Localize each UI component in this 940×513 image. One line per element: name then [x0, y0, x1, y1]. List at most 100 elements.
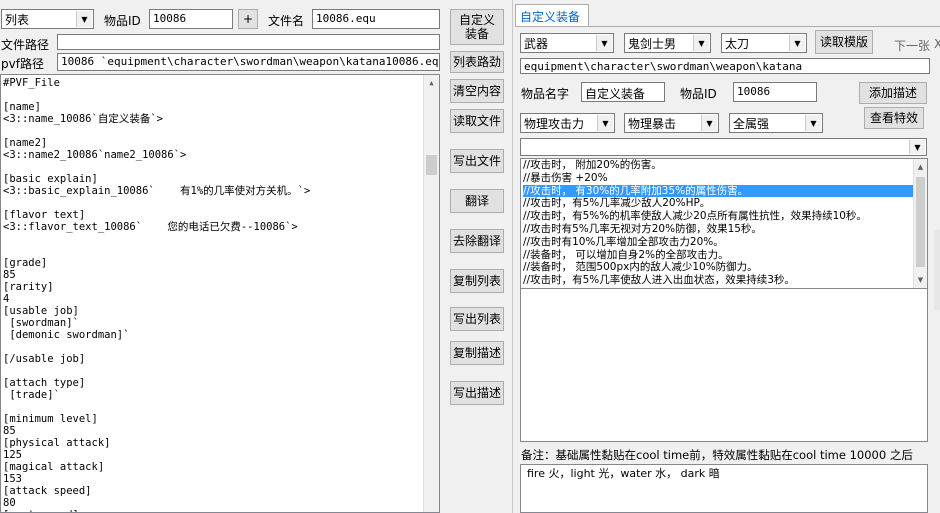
- filepath-field[interactable]: [57, 34, 440, 50]
- stat-select-3-value: 全属强: [733, 116, 770, 131]
- editor-line: [cast speed]: [3, 509, 437, 512]
- desc-list-item[interactable]: //攻击时，有5%几率减少敌人20%HP。: [523, 197, 925, 210]
- tab-strip-line: [515, 26, 940, 27]
- close-icon[interactable]: X: [934, 37, 940, 51]
- item-id-label: 物品ID: [104, 14, 141, 28]
- mode-select[interactable]: 列表 ▼: [1, 9, 94, 29]
- write-list-button[interactable]: 写出列表: [450, 307, 504, 331]
- desc-list-item[interactable]: //装备时， 范围500px内的敌人减少10%防御力。: [523, 261, 925, 274]
- chevron-down-icon: ▼: [597, 115, 613, 131]
- desc-list-item[interactable]: //攻击时有10%几率增加全部攻击力20%。: [523, 236, 925, 249]
- list-path-button[interactable]: 列表路劲: [450, 51, 504, 73]
- plus-button[interactable]: +: [238, 9, 258, 29]
- class-select-value: 鬼剑士男: [628, 36, 677, 51]
- weapon-type-select-value: 太刀: [725, 36, 750, 51]
- right-item-id-field[interactable]: 10086: [733, 82, 817, 102]
- editor-line: [basic explain]: [3, 173, 98, 185]
- editor-line: 85: [3, 269, 16, 281]
- editor-line: <3::flavor_text_10086` 您的电话已欠费--10086`>: [3, 221, 298, 233]
- write-desc-button[interactable]: 写出描述: [450, 381, 504, 405]
- scroll-up-icon[interactable]: ▲: [914, 159, 927, 175]
- right-panel-divider: [512, 0, 513, 513]
- editor-line: [/usable job]: [3, 353, 86, 365]
- add-desc-button[interactable]: 添加描述: [859, 82, 927, 104]
- right-item-id-label: 物品ID: [680, 87, 717, 101]
- editor-line: [attach type]: [3, 377, 86, 389]
- editor-line: <3::basic_explain_10086` 有1%的几率使对方关机。`>: [3, 185, 311, 197]
- read-file-button[interactable]: 读取文件: [450, 109, 504, 133]
- right-edge-strip: [934, 230, 940, 310]
- item-id-field[interactable]: 10086: [149, 9, 233, 29]
- chevron-down-icon: ▼: [693, 35, 709, 51]
- filename-label: 文件名: [268, 14, 305, 28]
- read-template-button[interactable]: 读取模版: [815, 30, 873, 54]
- desc-list-item[interactable]: //攻击时， 有30%的几率附加35%的属性伤害。: [523, 184, 925, 198]
- desc-list[interactable]: //攻击时， 附加20%的伤害。//暴击伤害 +20%//攻击时， 有30%的几…: [520, 158, 928, 289]
- chevron-down-icon: ▼: [789, 35, 805, 51]
- editor-line: [trade]`: [3, 389, 60, 401]
- desc-list-item[interactable]: //暴击伤害 +20%: [523, 172, 925, 185]
- editor-line: [flavor text]: [3, 209, 86, 221]
- desc-list-item[interactable]: //装备时， 可以增加自身2%的全部攻击力。: [523, 249, 925, 262]
- scroll-thumb[interactable]: [426, 155, 437, 175]
- view-effect-button[interactable]: 查看特效: [864, 107, 924, 129]
- stat-select-2-value: 物理暴击: [628, 116, 677, 131]
- pvf-path-field[interactable]: 10086 `equipment\character\swordman\weap…: [57, 53, 440, 71]
- editor-line: <3::name2_10086`name2_10086`>: [3, 149, 187, 161]
- editor-line: [swordman]`: [3, 317, 79, 329]
- remove-translate-button[interactable]: 去除翻译: [450, 229, 504, 253]
- class-select[interactable]: 鬼剑士男 ▼: [624, 33, 711, 53]
- editor-line: #PVF_File: [3, 77, 60, 89]
- equip-path-field[interactable]: equipment\character\swordman\weapon\kata…: [520, 58, 930, 74]
- stat-select-1[interactable]: 物理攻击力 ▼: [520, 113, 615, 133]
- tab-custom-equip[interactable]: 自定义装备: [515, 4, 589, 26]
- editor-line: [grade]: [3, 257, 48, 269]
- editor-line: 85: [3, 425, 16, 437]
- stat-select-2[interactable]: 物理暴击 ▼: [624, 113, 719, 133]
- editor-line: [name2]: [3, 137, 48, 149]
- write-file-button[interactable]: 写出文件: [450, 149, 504, 173]
- filename-field[interactable]: 10086.equ: [312, 9, 440, 29]
- scroll-thumb[interactable]: [916, 177, 925, 267]
- chevron-down-icon: ▼: [701, 115, 717, 131]
- custom-equip-label: 自定义装备: [458, 13, 495, 41]
- desc-list-content: //攻击时， 附加20%的伤害。//暴击伤害 +20%//攻击时， 有30%的几…: [521, 159, 927, 287]
- scroll-up-icon[interactable]: ▲: [424, 75, 439, 91]
- tab-overflow-label[interactable]: 下一张: [894, 37, 930, 54]
- desc-output-area[interactable]: [520, 289, 928, 442]
- editor-line: [minimum level]: [3, 413, 98, 425]
- scroll-down-icon[interactable]: ▼: [914, 272, 927, 288]
- editor-scrollbar[interactable]: ▲: [423, 75, 439, 512]
- desc-list-item[interactable]: //攻击时， 附加20%的伤害。: [523, 159, 925, 172]
- pvf-editor[interactable]: #PVF_File [name] <3::name_10086`自定义装备`> […: [0, 74, 440, 513]
- stat-select-3[interactable]: 全属强 ▼: [729, 113, 823, 133]
- clear-content-button[interactable]: 清空内容: [450, 79, 504, 103]
- custom-equip-button[interactable]: 自定义装备: [450, 9, 504, 45]
- editor-line: 80: [3, 497, 16, 509]
- desc-list-item[interactable]: //攻击时，有5%几率使敌人进入出血状态，效果持续3秒。: [523, 274, 925, 287]
- editor-line: 125: [3, 449, 22, 461]
- blank-select[interactable]: ▼: [520, 138, 927, 156]
- copy-desc-button[interactable]: 复制描述: [450, 341, 504, 365]
- filepath-label: 文件路径: [1, 38, 50, 52]
- item-name-field[interactable]: 自定义装备: [581, 82, 665, 102]
- weapon-type-select[interactable]: 太刀 ▼: [721, 33, 807, 53]
- translate-button[interactable]: 翻译: [450, 189, 504, 213]
- copy-list-button[interactable]: 复制列表: [450, 269, 504, 293]
- desc-list-item[interactable]: //攻击时有5%几率无视对方20%防御，效果15秒。: [523, 223, 925, 236]
- mode-select-value: 列表: [5, 12, 30, 27]
- desc-scrollbar[interactable]: ▲ ▼: [913, 159, 927, 288]
- editor-line: [name]: [3, 101, 41, 113]
- editor-line: [demonic swordman]`: [3, 329, 130, 341]
- category-select[interactable]: 武器 ▼: [520, 33, 614, 53]
- desc-list-item[interactable]: //攻击时，有5%%的机率使敌人减少20点所有属性抗性，效果持续10秒。: [523, 210, 925, 223]
- pvf-path-label: pvf路径: [1, 57, 44, 71]
- element-text-area[interactable]: fire 火，light 光，water 水， dark 暗: [520, 464, 928, 513]
- editor-line: 4: [3, 293, 10, 305]
